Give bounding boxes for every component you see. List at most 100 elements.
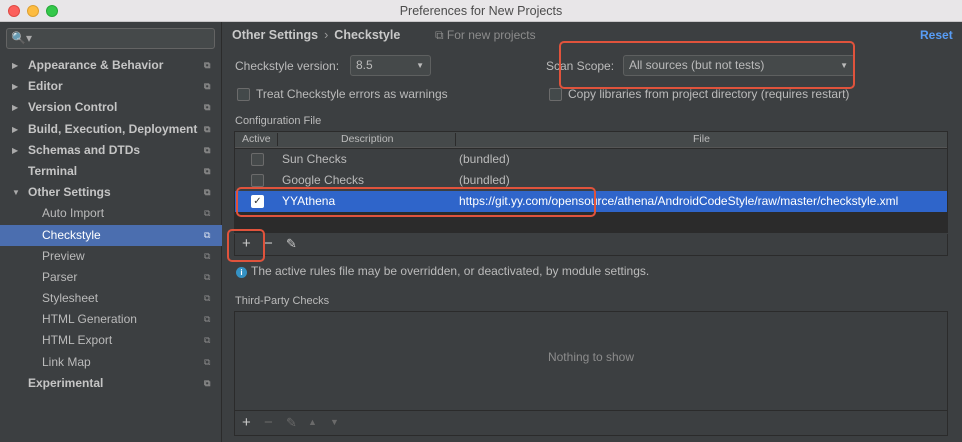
- move-down-button[interactable]: ▼: [330, 417, 339, 427]
- sidebar-item-auto-import[interactable]: Auto Import ⧉: [0, 203, 222, 224]
- project-config-icon: ⧉: [204, 187, 211, 198]
- checkstyle-version-label: Checkstyle version:: [235, 59, 340, 73]
- sidebar-item-build-execution-deployment[interactable]: ▶ Build, Execution, Deployment ⧉: [0, 119, 222, 140]
- sidebar-item-label: Auto Import: [42, 206, 105, 221]
- move-up-button[interactable]: ▲: [308, 417, 317, 427]
- info-message: i The active rules file may be overridden…: [236, 264, 649, 278]
- project-config-icon: ⧉: [204, 293, 211, 304]
- active-checkbox[interactable]: [251, 174, 264, 187]
- sidebar-item-label: HTML Generation: [42, 312, 137, 327]
- add-button-highlight: [227, 229, 265, 262]
- sidebar-item-checkstyle[interactable]: Checkstyle ⧉: [0, 224, 222, 246]
- project-config-icon: ⧉: [204, 165, 211, 176]
- row-file: (bundled): [459, 152, 510, 166]
- sidebar-item-label: Parser: [42, 269, 78, 284]
- project-config-icon: ⧉: [204, 81, 211, 92]
- third-party-checks-title: Third-Party Checks: [235, 295, 330, 307]
- project-config-icon: ⧉: [204, 356, 211, 367]
- sidebar-item-html-generation[interactable]: HTML Generation ⧉: [0, 309, 222, 330]
- edit-third-party-button[interactable]: ✎: [286, 415, 297, 431]
- project-config-icon: ⧉: [204, 229, 211, 240]
- configuration-toolbar: + − ✎: [234, 234, 948, 256]
- sidebar-item-other-settings[interactable]: ▼ Other Settings ⧉: [0, 182, 222, 203]
- project-config-icon: ⧉: [204, 102, 211, 113]
- sidebar-item-html-export[interactable]: HTML Export ⧉: [0, 330, 222, 351]
- row-description: Sun Checks: [282, 152, 347, 166]
- checkstyle-version-value: 8.5: [356, 58, 373, 72]
- sidebar-item-terminal[interactable]: Terminal ⧉: [0, 161, 222, 182]
- sidebar-item-label: Preview: [42, 248, 85, 263]
- sidebar-item-schemas-dtds[interactable]: ▶ Schemas and DTDs ⧉: [0, 140, 222, 161]
- checkstyle-version-select[interactable]: 8.5 ▼: [350, 55, 431, 76]
- info-text: The active rules file may be overridden,…: [251, 264, 650, 278]
- sidebar-item-experimental[interactable]: Experimental ⧉: [0, 373, 222, 394]
- edit-config-button[interactable]: ✎: [286, 236, 297, 252]
- sidebar-item-label: HTML Export: [42, 333, 113, 348]
- project-config-icon: ⧉: [204, 250, 211, 261]
- checkstyle-settings-panel: Other Settings › Checkstyle ⧉ For new proj…: [223, 22, 962, 442]
- sidebar-item-label: Editor: [28, 79, 63, 94]
- sidebar-item-label: Stylesheet: [42, 291, 99, 306]
- sidebar-item-preview[interactable]: Preview ⧉: [0, 246, 222, 267]
- project-config-icon: ⧉: [204, 377, 211, 388]
- expand-arrow-icon[interactable]: ▶: [12, 140, 18, 161]
- project-config-icon: ⧉: [204, 335, 211, 346]
- column-header-active[interactable]: Active: [242, 133, 271, 145]
- window-title: Preferences for New Projects: [399, 4, 563, 18]
- search-icon: 🔍▾: [11, 31, 32, 45]
- sidebar-item-stylesheet[interactable]: Stylesheet ⧉: [0, 288, 222, 309]
- third-party-toolbar: + − ✎ ▲ ▼: [234, 411, 948, 436]
- breadcrumb-parent: Other Settings: [232, 28, 319, 42]
- sidebar-item-label: Link Map: [42, 354, 91, 369]
- table-header: Active Description File: [235, 132, 947, 148]
- sidebar-item-label: Appearance & Behavior: [28, 58, 164, 72]
- remove-config-button[interactable]: −: [264, 235, 273, 252]
- sidebar-item-label: Experimental: [28, 375, 104, 390]
- title-bar: Preferences for New Projects: [0, 0, 962, 22]
- sidebar-item-parser[interactable]: Parser ⧉: [0, 267, 222, 288]
- column-header-file[interactable]: File: [693, 133, 710, 145]
- column-divider: [455, 133, 456, 146]
- project-config-icon: ⧉: [204, 123, 211, 134]
- settings-search-input[interactable]: 🔍▾: [6, 28, 215, 49]
- collapse-arrow-icon[interactable]: ▼: [12, 182, 20, 203]
- active-checkbox[interactable]: [251, 153, 264, 166]
- sidebar-item-editor[interactable]: ▶ Editor ⧉: [0, 76, 222, 97]
- sidebar-item-label: Terminal: [28, 163, 78, 178]
- copy-libraries-label: Copy libraries from project directory (r…: [568, 87, 850, 101]
- for-new-projects-label: ⧉ For new projects: [435, 28, 536, 42]
- treat-warnings-label: Treat Checkstyle errors as warnings: [256, 87, 448, 101]
- column-header-description[interactable]: Description: [341, 133, 394, 145]
- reset-link[interactable]: Reset: [920, 28, 953, 42]
- sidebar-item-label: Build, Execution, Deployment: [28, 121, 198, 136]
- third-party-checks-list: Nothing to show: [234, 311, 948, 411]
- settings-tree: ▶ Appearance & Behavior ⧉ ▶ Editor ⧉ ▶ V…: [0, 55, 222, 394]
- table-row[interactable]: Sun Checks (bundled): [235, 149, 947, 170]
- project-config-icon: ⧉: [204, 271, 211, 282]
- configuration-file-table: Active Description File Sun Checks (bund…: [234, 131, 948, 233]
- sidebar-item-appearance-behavior[interactable]: ▶ Appearance & Behavior ⧉: [0, 55, 222, 76]
- breadcrumb-separator: ›: [324, 28, 329, 42]
- settings-sidebar: 🔍▾ ▶ Appearance & Behavior ⧉ ▶ Editor ⧉ …: [0, 22, 222, 442]
- chevron-down-icon: ▼: [416, 61, 424, 70]
- expand-arrow-icon[interactable]: ▶: [12, 119, 18, 140]
- project-config-icon: ⧉: [204, 60, 211, 70]
- sidebar-item-label: Version Control: [28, 100, 118, 115]
- expand-arrow-icon[interactable]: ▶: [12, 97, 18, 118]
- sidebar-item-link-map[interactable]: Link Map ⧉: [0, 352, 222, 373]
- treat-warnings-checkbox[interactable]: [237, 88, 250, 101]
- sidebar-item-version-control[interactable]: ▶ Version Control ⧉: [0, 97, 222, 118]
- yyathena-row-highlight: [236, 187, 596, 217]
- project-config-icon: ⧉: [204, 144, 211, 155]
- expand-arrow-icon[interactable]: ▶: [12, 55, 18, 76]
- breadcrumb: Other Settings › Checkstyle: [232, 28, 400, 42]
- copy-libraries-checkbox[interactable]: [549, 88, 562, 101]
- expand-arrow-icon[interactable]: ▶: [12, 76, 18, 97]
- scan-scope-highlight: [559, 41, 855, 89]
- configuration-file-title: Configuration File: [235, 115, 322, 127]
- empty-list-message: Nothing to show: [547, 350, 635, 364]
- page-title: Checkstyle: [334, 28, 401, 42]
- add-third-party-button[interactable]: +: [242, 414, 251, 431]
- sidebar-item-label: Checkstyle: [42, 227, 101, 242]
- remove-third-party-button[interactable]: −: [264, 414, 273, 431]
